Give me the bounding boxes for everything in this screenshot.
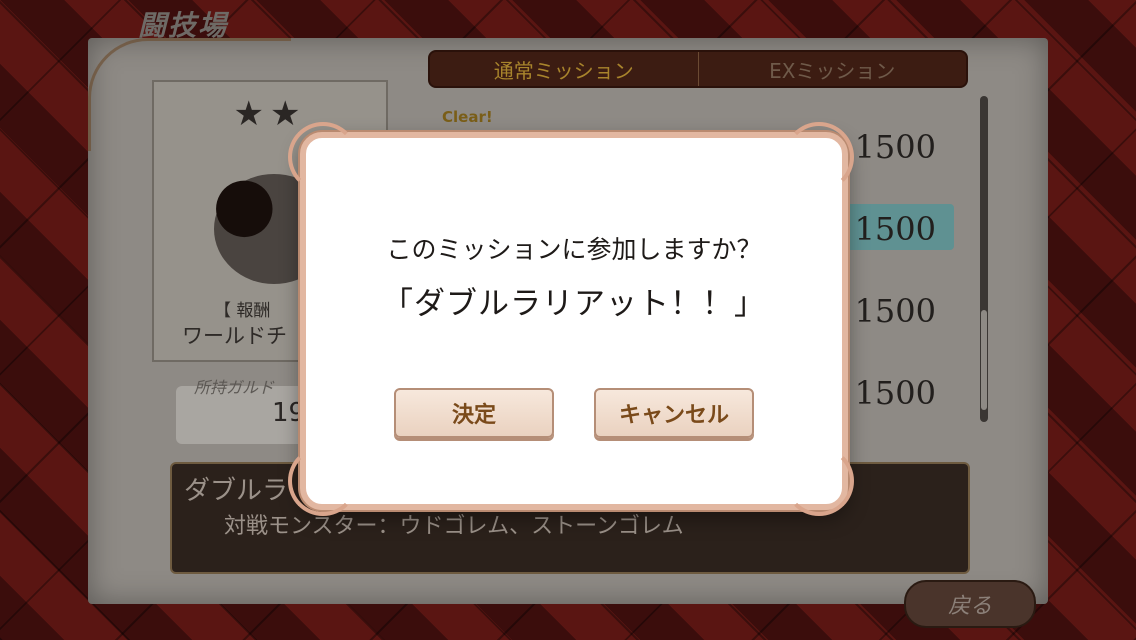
dialog-corner-ornament bbox=[784, 122, 854, 192]
dialog-mission-name: 「ダブルラリアット！！」 bbox=[382, 286, 766, 322]
confirm-button[interactable]: 決定 bbox=[394, 388, 554, 438]
dialog-corner-ornament bbox=[784, 446, 854, 516]
dialog-corner-ornament bbox=[288, 446, 358, 516]
dialog-corner-ornament bbox=[288, 122, 358, 192]
dialog-question: このミッションに参加しますか？ bbox=[386, 235, 762, 264]
cancel-button[interactable]: キャンセル bbox=[594, 388, 754, 438]
